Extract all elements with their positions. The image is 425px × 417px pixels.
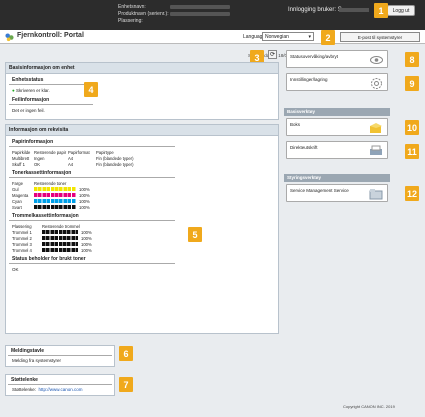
support-link-panel: Støttelenke Støttelenke: http://www.cano… — [5, 374, 115, 396]
basic-info-title: Basisinformasjon om enhet — [6, 63, 278, 74]
device-status-title: Enhetsstatus — [9, 76, 93, 85]
table-row: Svart 100% — [6, 204, 178, 210]
badge-1: 1 — [374, 3, 388, 18]
portal-icon — [5, 33, 14, 42]
drum-level-bar — [42, 242, 78, 246]
device-status-text: ● Skriveren er klar. — [6, 87, 96, 94]
login-user-label: Innlogging bruker: S — [288, 7, 342, 13]
badge-6: 6 — [119, 346, 133, 361]
status-ok-icon: ● — [12, 88, 15, 93]
device-name-label: Enhetsnavn: — [118, 4, 146, 10]
device-status-value: Skriveren er klar. — [15, 88, 50, 93]
toner-level-bar — [34, 193, 76, 197]
badge-9: 9 — [405, 76, 419, 91]
toner-level-text: 100% — [79, 186, 90, 192]
paper-info-title: Papirinformasjon — [9, 138, 175, 147]
drum-name-label: Trommel 1 — [12, 229, 32, 235]
support-link[interactable]: http://www.canon.com — [39, 387, 83, 392]
drum-level-text: 100% — [81, 247, 92, 253]
folder-icon — [369, 189, 383, 200]
toner-level-bar — [34, 205, 76, 209]
error-info-text: Det er ingen feil. — [12, 108, 45, 113]
page-title: Fjernkontroll: Portal — [17, 32, 84, 39]
language-select[interactable]: Norwegian ▾ — [262, 32, 314, 41]
badge-2: 2 — [321, 30, 335, 45]
badge-11: 11 — [405, 144, 419, 159]
drum-level-bar — [42, 230, 78, 234]
toner-level-text: 100% — [79, 192, 90, 198]
box-icon — [370, 123, 382, 133]
copyright: Copyright CANON INC. 2019 — [343, 404, 395, 409]
direct-print-button[interactable]: Direkteutskrift — [286, 141, 388, 159]
email-admin-button[interactable]: E-post til systemstyrer — [340, 32, 420, 42]
toner-info-title: Tonerkassettinformasjon — [9, 169, 175, 178]
settings-button[interactable]: Innstillinger/lagring — [286, 73, 388, 91]
toner-color-label: Svart — [12, 204, 22, 210]
status-monitor-button[interactable]: Statusovervåking/avbryt — [286, 50, 388, 68]
toner-level-text: 100% — [79, 204, 90, 210]
consumables-panel: Informasjon om rekvisita Papirinformasjo… — [5, 124, 279, 334]
management-tools-header: Styringsverktøy — [284, 174, 390, 182]
error-info-title: Feilinformasjon — [9, 96, 93, 105]
drum-name-label: Trommel 4 — [12, 247, 32, 253]
badge-7: 7 — [119, 377, 133, 392]
basic-tools-header: Basisverktøy — [284, 108, 390, 116]
product-name-label: Produktnavn (serienr.): — [118, 11, 169, 17]
box-button[interactable]: Boks — [286, 118, 388, 136]
service-management-label: Service Management Service — [290, 188, 349, 193]
toner-color-label: Gul — [12, 186, 19, 192]
drum-level-text: 100% — [81, 229, 92, 235]
waste-toner-status: OK — [12, 267, 19, 272]
toner-color-label: Magenta — [12, 192, 29, 198]
drum-level-text: 100% — [81, 235, 92, 241]
logout-button[interactable]: Logg ut — [387, 5, 415, 16]
gear-icon — [371, 78, 382, 89]
message-board-title: Meldingstavle — [8, 347, 112, 356]
support-link-title: Støttelenke — [8, 376, 112, 385]
portal-header: Fjernkontroll: Portal Language: Norwegia… — [0, 30, 425, 44]
drum-info-title: Trommelkassettinformasjon — [9, 212, 175, 221]
printer-icon — [370, 145, 382, 155]
waste-toner-title: Status beholder for brukt toner — [9, 255, 175, 264]
eye-icon — [370, 56, 383, 64]
language-value: Norwegian — [265, 34, 289, 40]
settings-label: Innstillinger/lagring — [290, 77, 328, 82]
refresh-button[interactable]: ⟳ — [268, 50, 277, 59]
table-row: Trommel 4 100% — [6, 247, 178, 253]
status-monitor-label: Statusovervåking/avbryt — [290, 54, 339, 59]
toner-color-label: Cyan — [12, 198, 22, 204]
drum-name-label: Trommel 3 — [12, 241, 32, 247]
service-management-button[interactable]: Service Management Service — [286, 184, 388, 202]
badge-8: 8 — [405, 52, 419, 67]
consumables-title: Informasjon om rekvisita — [6, 125, 278, 136]
login-user-value — [339, 8, 369, 12]
drum-name-label: Trommel 2 — [12, 235, 32, 241]
toner-level-bar — [34, 187, 76, 191]
message-board-panel: Meldingstavle Melding fra systemstyrer — [5, 345, 115, 367]
badge-5: 5 — [188, 227, 202, 242]
drum-level-bar — [42, 236, 78, 240]
chevron-down-icon: ▾ — [308, 34, 311, 40]
product-name-value — [170, 12, 230, 16]
badge-4: 4 — [84, 82, 98, 97]
top-bar: Enhetsnavn: Produktnavn (serienr.): Plas… — [0, 0, 425, 30]
toner-level-bar — [34, 199, 76, 203]
device-name-value — [170, 5, 230, 9]
direct-print-label: Direkteutskrift — [290, 145, 318, 150]
message-board-text: Melding fra systemstyrer — [12, 358, 62, 363]
drum-level-bar — [42, 248, 78, 252]
badge-10: 10 — [405, 120, 419, 135]
support-link-label: Støttelenke: — [12, 387, 37, 392]
basic-info-panel: Basisinformasjon om enhet Enhetsstatus ●… — [5, 62, 279, 120]
refresh-icon: ⟳ — [269, 52, 276, 58]
location-label: Plassering: — [118, 18, 143, 24]
drum-level-text: 100% — [81, 241, 92, 247]
toner-level-text: 100% — [79, 198, 90, 204]
support-link-row: Støttelenke: http://www.canon.com — [6, 386, 114, 393]
box-label: Boks — [290, 122, 301, 127]
badge-12: 12 — [405, 186, 419, 201]
table-row: Skuff 1 OK A4 Fin (blandede typer) — [12, 161, 134, 167]
